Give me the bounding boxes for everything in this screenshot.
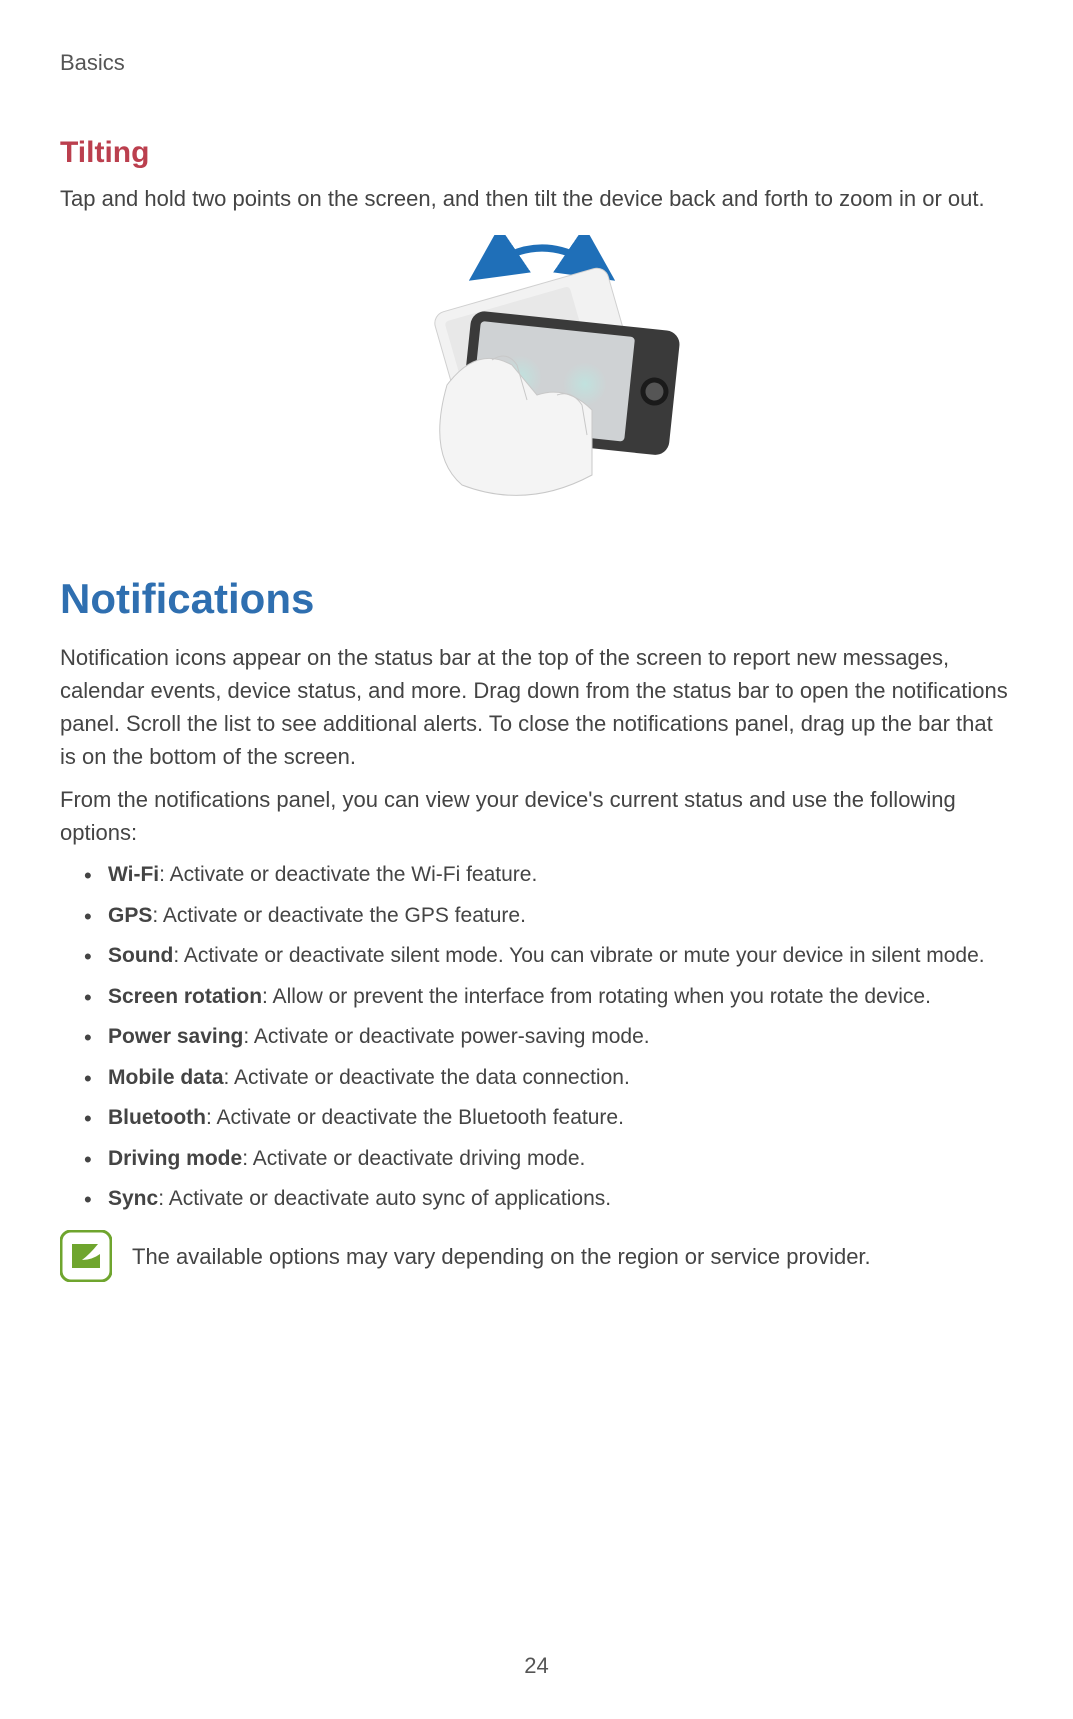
option-desc: : Activate or deactivate auto sync of ap…: [158, 1187, 611, 1210]
option-term: Wi-Fi: [108, 863, 159, 886]
page: Basics Tilting Tap and hold two points o…: [0, 0, 1073, 1719]
option-desc: : Allow or prevent the interface from ro…: [262, 985, 931, 1008]
list-item: Sound: Activate or deactivate silent mod…: [60, 940, 1013, 973]
list-item: Mobile data: Activate or deactivate the …: [60, 1062, 1013, 1095]
option-term: Screen rotation: [108, 985, 262, 1008]
list-item: GPS: Activate or deactivate the GPS feat…: [60, 900, 1013, 933]
option-term: Bluetooth: [108, 1106, 206, 1129]
list-item: Screen rotation: Allow or prevent the in…: [60, 981, 1013, 1014]
note-text: The available options may vary depending…: [132, 1230, 871, 1273]
tilt-device-icon: [377, 235, 697, 505]
list-item: Power saving: Activate or deactivate pow…: [60, 1021, 1013, 1054]
option-term: Driving mode: [108, 1147, 242, 1170]
tilting-illustration: [60, 235, 1013, 505]
tilting-heading: Tilting: [60, 136, 1013, 170]
list-item: Driving mode: Activate or deactivate dri…: [60, 1143, 1013, 1176]
list-item: Bluetooth: Activate or deactivate the Bl…: [60, 1102, 1013, 1135]
note-row: The available options may vary depending…: [60, 1230, 1013, 1287]
list-item: Sync: Activate or deactivate auto sync o…: [60, 1183, 1013, 1216]
option-term: Sound: [108, 944, 173, 967]
section-header: Basics: [60, 50, 1013, 76]
option-term: Power saving: [108, 1025, 243, 1048]
option-desc: : Activate or deactivate the Wi-Fi featu…: [159, 863, 537, 886]
page-number: 24: [0, 1653, 1073, 1679]
tilting-body: Tap and hold two points on the screen, a…: [60, 182, 1013, 215]
option-term: Mobile data: [108, 1066, 224, 1089]
notifications-para1: Notification icons appear on the status …: [60, 641, 1013, 773]
option-desc: : Activate or deactivate driving mode.: [242, 1147, 585, 1170]
note-icon: [60, 1230, 112, 1287]
option-desc: : Activate or deactivate the GPS feature…: [152, 904, 526, 927]
option-term: Sync: [108, 1187, 158, 1210]
notifications-para2: From the notifications panel, you can vi…: [60, 783, 1013, 849]
option-term: GPS: [108, 904, 152, 927]
option-desc: : Activate or deactivate silent mode. Yo…: [173, 944, 984, 967]
option-desc: : Activate or deactivate the Bluetooth f…: [206, 1106, 624, 1129]
options-list: Wi-Fi: Activate or deactivate the Wi-Fi …: [60, 859, 1013, 1216]
option-desc: : Activate or deactivate power-saving mo…: [243, 1025, 649, 1048]
notifications-heading: Notifications: [60, 575, 1013, 623]
list-item: Wi-Fi: Activate or deactivate the Wi-Fi …: [60, 859, 1013, 892]
option-desc: : Activate or deactivate the data connec…: [224, 1066, 630, 1089]
